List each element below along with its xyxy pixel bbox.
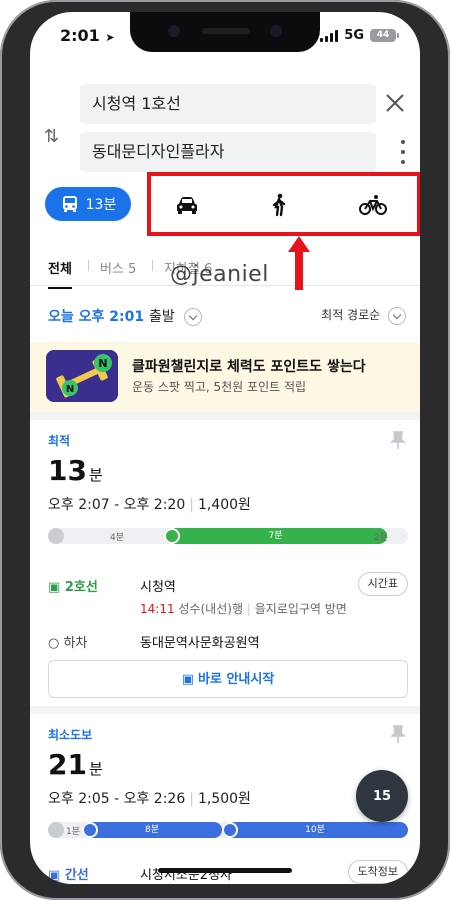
section-divider	[30, 706, 420, 714]
walk-icon	[48, 528, 64, 544]
timetable-button[interactable]: 시간표	[357, 572, 408, 596]
mode-car-button[interactable]	[172, 190, 202, 220]
tab-bus[interactable]: 버스 5	[100, 258, 136, 277]
timeline-bus-segment-2: 10분	[222, 822, 408, 838]
walk-icon	[48, 822, 64, 838]
subway-line-label: ▣ 2호선	[48, 580, 98, 595]
route-time-range: 오후 2:07 - 오후 2:20 | 1,400원	[48, 497, 251, 513]
route-duration: 21 분	[48, 748, 103, 781]
more-options-icon[interactable]	[400, 140, 406, 164]
alight-label: ○ 하차	[48, 636, 88, 651]
leg-board: ▣ 간선 시청서소문2청사 도착정보	[48, 860, 408, 884]
chevron-down-icon	[388, 306, 406, 325]
bus-icon	[82, 822, 98, 838]
pin-icon[interactable]	[390, 430, 406, 450]
bus-icon	[62, 196, 77, 212]
route-fare: 1,400원	[197, 497, 251, 513]
chevron-down-icon	[183, 308, 202, 326]
mode-transit-button[interactable]: 13분	[45, 187, 131, 221]
arrival-info-button[interactable]: 도착정보	[347, 860, 408, 884]
board-station: 시청서소문2청사	[140, 868, 232, 883]
sort-selector[interactable]: 최적 경로순	[321, 306, 406, 325]
mode-walk-button[interactable]	[264, 190, 294, 220]
promo-subtitle: 운동 스팟 찍고, 5천원 포인트 적립	[132, 380, 307, 394]
timeline-walk-label: 4분	[110, 533, 125, 543]
alight-station: 동대문역사문화공원역	[140, 636, 260, 651]
destination-input[interactable]: 동대문디자인플라자	[80, 132, 376, 172]
promo-banner[interactable]: N N 클파원챌린지로 체력도 포인트도 쌓는다 운동 스팟 찍고, 5천원 포…	[30, 342, 420, 412]
departure-detail: 14:11 성수(내선)행 | 을지로입구역 방면	[140, 602, 347, 616]
dumbbell-coin-icon: N N	[46, 350, 118, 402]
route-badge: 최소도보	[48, 728, 93, 742]
route-badge: 최적	[48, 434, 71, 448]
phone-screen: 2:01 ➤ 5G 44 ⇅ 시청역 1호선 동대문디자인플라자 13분 @je…	[30, 12, 420, 884]
svg-text:N: N	[66, 384, 74, 395]
route-timeline: 4분 7분 2분	[48, 528, 408, 544]
swap-icon[interactable]: ⇅	[44, 126, 59, 147]
route-card-best[interactable]: 최적 13 분 오후 2:07 - 오후 2:20 | 1,400원 4분 7분 2분…	[30, 420, 420, 714]
annotation-arrow	[288, 236, 310, 290]
car-icon	[177, 197, 197, 214]
history-fab-button[interactable]: 15	[356, 770, 408, 822]
route-fare: 1,500원	[197, 791, 251, 807]
timeline-walk-label: 1분	[66, 827, 81, 837]
promo-title: 클파원챌린지로 체력도 포인트도 쌓는다	[132, 359, 366, 375]
walk-icon	[272, 193, 286, 217]
board-station: 시청역	[140, 580, 176, 595]
start-navigation-button[interactable]: ▣ 바로 안내시작	[48, 660, 408, 698]
departure-row: 오늘 오후 2:01 출발 최적 경로순	[30, 294, 420, 334]
status-time: 2:01 ➤	[60, 26, 115, 45]
location-arrow-icon: ➤	[105, 31, 115, 44]
timeline-subway-segment: 7분	[164, 528, 387, 544]
bus-icon	[222, 822, 238, 838]
svg-text:N: N	[98, 357, 107, 370]
route-time-range: 오후 2:05 - 오후 2:26 | 1,500원	[48, 791, 251, 807]
section-divider	[30, 412, 420, 420]
route-timeline: 1분 8분 10분	[48, 822, 408, 838]
leg-board: ▣ 2호선 시청역 14:11 성수(내선)행 | 을지로입구역 방면 시간표	[48, 572, 408, 616]
subway-icon	[164, 528, 180, 544]
mode-bicycle-button[interactable]	[358, 190, 388, 220]
network-type: 5G	[344, 28, 364, 43]
pin-icon[interactable]	[390, 724, 406, 744]
close-icon[interactable]	[380, 88, 410, 118]
departure-time-selector[interactable]: 오늘 오후 2:01 출발	[48, 306, 202, 326]
tab-all[interactable]: 전체	[48, 258, 72, 289]
bus-icon: ▣	[181, 672, 194, 687]
watermark: @jeaniel	[170, 262, 269, 287]
bicycle-icon	[359, 195, 387, 215]
transport-mode-row: 13분	[30, 172, 420, 236]
route-duration: 13 분	[48, 454, 103, 487]
signal-icon	[320, 29, 339, 42]
bus-line-label: ▣ 간선	[48, 868, 89, 883]
origin-input[interactable]: 시청역 1호선	[80, 84, 376, 124]
battery-icon: 44	[370, 29, 399, 42]
leg-alight: ○ 하차 동대문역사문화공원역	[48, 632, 408, 651]
timeline-bus-segment: 8분	[82, 822, 222, 838]
status-bar: 2:01 ➤ 5G 44	[30, 12, 420, 56]
home-indicator	[158, 868, 292, 873]
timeline-walk-label-end: 2분	[374, 533, 389, 543]
